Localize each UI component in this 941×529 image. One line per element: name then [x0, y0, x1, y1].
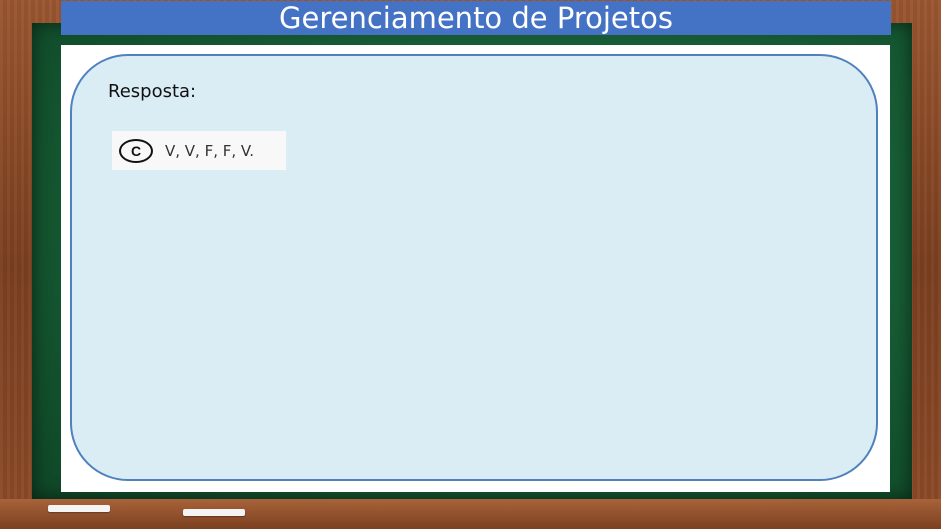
- answer-label: Resposta:: [108, 81, 197, 102]
- answer-box: [70, 54, 878, 481]
- answer-choice: C V, V, F, F, V.: [112, 131, 286, 170]
- title-bar: Gerenciamento de Projetos: [61, 1, 891, 35]
- chalk-piece: [48, 505, 110, 512]
- chalk-piece: [183, 509, 245, 516]
- choice-text: V, V, F, F, V.: [165, 141, 255, 160]
- choice-letter-badge: C: [119, 138, 153, 163]
- chalk-tray: [0, 499, 941, 529]
- page-title: Gerenciamento de Projetos: [279, 1, 673, 35]
